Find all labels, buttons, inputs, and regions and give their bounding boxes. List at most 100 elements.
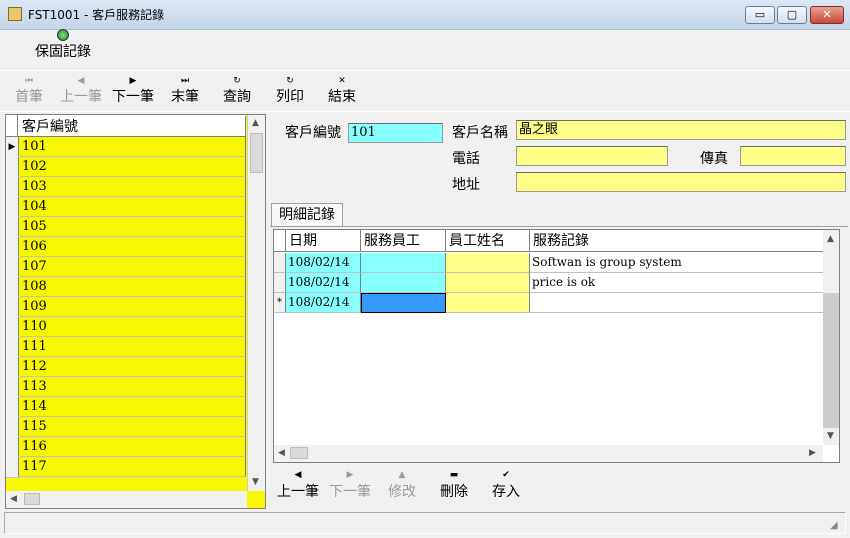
- chevron-right-icon[interactable]: ▶: [809, 448, 816, 458]
- customer-id-cell[interactable]: 111: [18, 337, 246, 357]
- customer-id-cell[interactable]: 104: [18, 197, 246, 217]
- service-record-cell[interactable]: [530, 293, 824, 313]
- list-item[interactable]: 117: [6, 457, 246, 478]
- column-header-date[interactable]: 日期: [286, 230, 361, 252]
- arrow-right-icon: ▶: [129, 76, 137, 86]
- warranty-record-button[interactable]: 保固記錄: [28, 28, 98, 64]
- date-cell[interactable]: 108/02/14: [286, 293, 361, 313]
- employee-name-cell[interactable]: [446, 293, 530, 313]
- customer-id-cell[interactable]: 115: [18, 417, 246, 437]
- column-header-employee-name[interactable]: 員工姓名: [446, 230, 530, 252]
- customer-id-cell[interactable]: 101: [18, 137, 246, 157]
- detail-grid-vertical-scrollbar[interactable]: ▲ ▼: [823, 230, 839, 445]
- table-row[interactable]: 108/02/14 price is ok: [274, 273, 824, 293]
- customer-id-cell[interactable]: 102: [18, 157, 246, 177]
- customer-id-cell[interactable]: 103: [18, 177, 246, 197]
- customer-list-vertical-scrollbar[interactable]: ▲ ▼: [247, 115, 265, 491]
- scrollbar-thumb[interactable]: [290, 447, 308, 459]
- scrollbar-thumb[interactable]: [823, 293, 839, 428]
- chevron-left-icon[interactable]: ◀: [10, 494, 17, 504]
- chevron-down-icon[interactable]: ▼: [827, 431, 834, 441]
- prev-record-button[interactable]: ◀ 上一筆: [56, 76, 106, 108]
- customer-id-cell[interactable]: 105: [18, 217, 246, 237]
- list-item[interactable]: 111: [6, 337, 246, 358]
- print-button[interactable]: ↻ 列印: [270, 76, 310, 108]
- list-item[interactable]: 107: [6, 257, 246, 278]
- service-employee-cell[interactable]: [361, 273, 446, 293]
- service-employee-cell[interactable]: [361, 253, 446, 273]
- column-header-service-employee[interactable]: 服務員工: [361, 230, 446, 252]
- customer-list-horizontal-scrollbar[interactable]: ◀: [6, 491, 247, 508]
- list-item[interactable]: 115: [6, 417, 246, 438]
- address-field[interactable]: [516, 172, 846, 192]
- exit-button[interactable]: ✕ 結束: [322, 76, 362, 108]
- phone-field[interactable]: [516, 146, 668, 166]
- fax-field[interactable]: [740, 146, 846, 166]
- row-selector[interactable]: [274, 253, 286, 273]
- scrollbar-thumb[interactable]: [250, 133, 263, 173]
- list-item[interactable]: 113: [6, 377, 246, 398]
- customer-id-cell[interactable]: 116: [18, 437, 246, 457]
- detail-prev-button[interactable]: ◀ 上一筆: [274, 469, 322, 503]
- detail-edit-button[interactable]: ▲ 修改: [383, 469, 421, 503]
- list-item[interactable]: 114: [6, 397, 246, 418]
- employee-name-cell[interactable]: [446, 253, 530, 273]
- next-record-button[interactable]: ▶ 下一筆: [108, 76, 158, 108]
- chevron-up-icon[interactable]: ▲: [252, 118, 259, 128]
- customer-name-field[interactable]: 晶之眼: [516, 120, 846, 140]
- list-item[interactable]: 109: [6, 297, 246, 318]
- customer-id-cell[interactable]: 110: [18, 317, 246, 337]
- maximize-button[interactable]: ▢: [777, 6, 807, 24]
- row-selector[interactable]: [274, 273, 286, 293]
- detail-delete-button[interactable]: ▬ 刪除: [435, 469, 473, 503]
- app-icon: [8, 7, 22, 21]
- list-item[interactable]: 116: [6, 437, 246, 458]
- chevron-up-icon[interactable]: ▲: [827, 234, 834, 244]
- last-record-button[interactable]: ⏭ 末筆: [165, 76, 205, 108]
- chevron-left-icon[interactable]: ◀: [278, 448, 285, 458]
- tab-detail-records[interactable]: 明細記錄: [271, 203, 343, 227]
- minimize-button[interactable]: ▭: [745, 6, 775, 24]
- new-row-marker[interactable]: *: [274, 293, 286, 313]
- scrollbar-thumb[interactable]: [24, 493, 40, 505]
- list-item[interactable]: 103: [6, 177, 246, 198]
- list-item[interactable]: ▶ 101: [6, 137, 246, 158]
- customer-list-grid[interactable]: 客戶編號 ▶ 101 102 103 104 105 106 107 108 10…: [5, 114, 266, 509]
- first-record-button[interactable]: ⏮ 首筆: [10, 76, 48, 108]
- list-item[interactable]: 106: [6, 237, 246, 258]
- column-header-customer-id[interactable]: 客戶編號: [18, 116, 246, 137]
- service-employee-cell[interactable]: [361, 293, 446, 313]
- customer-id-cell[interactable]: 114: [18, 397, 246, 417]
- list-item[interactable]: 105: [6, 217, 246, 238]
- customer-id-cell[interactable]: 107: [18, 257, 246, 277]
- list-item[interactable]: 108: [6, 277, 246, 298]
- service-record-cell[interactable]: Softwan is group system: [530, 253, 824, 273]
- customer-id-field[interactable]: 101: [348, 123, 443, 143]
- customer-id-cell[interactable]: 106: [18, 237, 246, 257]
- table-row[interactable]: 108/02/14 Softwan is group system: [274, 253, 824, 273]
- customer-id-cell[interactable]: 109: [18, 297, 246, 317]
- service-detail-grid[interactable]: 日期 服務員工 員工姓名 服務記錄 108/02/14 Softwan is g…: [273, 229, 840, 463]
- resize-grip-icon[interactable]: ◢: [830, 520, 838, 531]
- date-cell[interactable]: 108/02/14: [286, 273, 361, 293]
- status-bar: [4, 512, 846, 534]
- list-item[interactable]: 110: [6, 317, 246, 338]
- column-header-service-record[interactable]: 服務記錄: [530, 230, 824, 252]
- close-button[interactable]: ✕: [810, 6, 844, 24]
- detail-grid-horizontal-scrollbar[interactable]: ◀ ▶: [274, 445, 823, 462]
- list-item[interactable]: 104: [6, 197, 246, 218]
- customer-id-cell[interactable]: 113: [18, 377, 246, 397]
- chevron-down-icon[interactable]: ▼: [252, 477, 259, 487]
- service-record-cell[interactable]: price is ok: [530, 273, 824, 293]
- customer-id-cell[interactable]: 108: [18, 277, 246, 297]
- employee-name-cell[interactable]: [446, 273, 530, 293]
- query-button[interactable]: ↻ 查詢: [217, 76, 257, 108]
- detail-next-button[interactable]: ▶ 下一筆: [326, 469, 374, 503]
- customer-id-cell[interactable]: 112: [18, 357, 246, 377]
- table-row[interactable]: * 108/02/14: [274, 293, 824, 313]
- list-item[interactable]: 112: [6, 357, 246, 378]
- date-cell[interactable]: 108/02/14: [286, 253, 361, 273]
- detail-save-button[interactable]: ✔ 存入: [487, 469, 525, 503]
- list-item[interactable]: 102: [6, 157, 246, 178]
- customer-id-cell[interactable]: 117: [18, 457, 246, 477]
